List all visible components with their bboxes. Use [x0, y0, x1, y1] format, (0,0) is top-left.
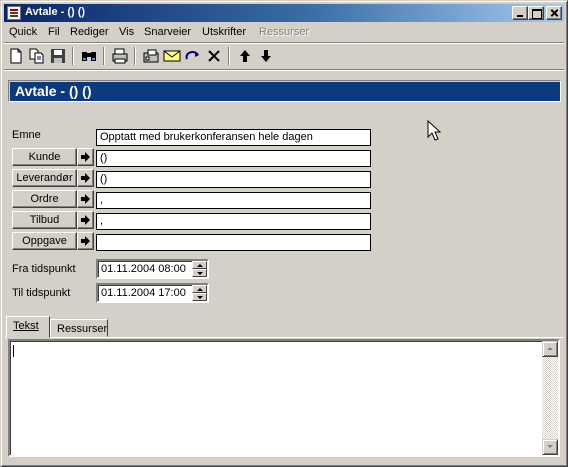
toolbar-separator [134, 47, 136, 65]
emne-label: Emne [12, 129, 41, 141]
maximize-button[interactable] [528, 6, 544, 20]
tilbud-arrow-button[interactable] [77, 211, 94, 229]
spin-down-icon[interactable] [192, 293, 207, 301]
fra-tidspunkt-value[interactable]: 01.11.2004 08:00 [101, 263, 186, 275]
toolbar-separator [72, 47, 74, 65]
fra-tidspunkt-label: Fra tidspunkt [12, 263, 76, 275]
tekst-textarea[interactable] [8, 339, 560, 457]
print-icon[interactable] [111, 47, 129, 65]
til-tidspunkt-picker[interactable]: 01.11.2004 17:00 [96, 283, 209, 303]
toolbar [4, 44, 564, 68]
arrow-up-icon[interactable] [236, 47, 254, 65]
oppgave-button-label: Oppgave [22, 235, 67, 247]
leverandor-button[interactable]: Leverandør [12, 169, 77, 187]
kunde-button-label: Kunde [28, 151, 61, 163]
leverandor-field[interactable]: () [96, 171, 371, 188]
kunde-field[interactable]: () [96, 150, 371, 167]
ordre-field[interactable]: , [96, 192, 371, 209]
vertical-scrollbar[interactable] [542, 341, 558, 455]
menu-snarveier[interactable]: Snarveier [144, 26, 191, 38]
menu-ressurser: Ressurser [259, 26, 310, 38]
scroll-down-icon[interactable] [542, 439, 558, 455]
menu-quick[interactable]: Quick [9, 26, 37, 38]
tilbud-button[interactable]: Tilbud [12, 211, 77, 229]
tab-ressurser[interactable]: Ressurser [50, 319, 108, 337]
ordre-arrow-button[interactable] [77, 190, 94, 208]
scroll-up-icon[interactable] [542, 341, 558, 357]
emne-field[interactable]: Opptatt med brukerkonferansen hele dagen [96, 129, 371, 146]
toolbar-divider [4, 69, 564, 71]
leverandor-button-label: Leverandør [16, 172, 73, 184]
spin-up-icon[interactable] [192, 261, 207, 269]
app-icon[interactable] [7, 6, 21, 20]
kunde-arrow-button[interactable] [77, 148, 94, 166]
fra-tidspunkt-spinner[interactable] [192, 261, 207, 277]
til-tidspunkt-spinner[interactable] [192, 285, 207, 301]
kunde-button[interactable]: Kunde [12, 148, 77, 166]
menu-utskrifter[interactable]: Utskrifter [202, 26, 246, 38]
text-caret [13, 345, 14, 357]
arrow-down-icon[interactable] [257, 47, 275, 65]
save-icon[interactable] [49, 47, 67, 65]
menu-vis[interactable]: Vis [119, 26, 134, 38]
header-banner: Avtale - () () [8, 80, 561, 102]
arrow-right-icon [81, 173, 90, 183]
delete-icon[interactable] [205, 47, 223, 65]
til-tidspunkt-label: Til tidspunkt [12, 287, 71, 299]
fra-tidspunkt-picker[interactable]: 01.11.2004 08:00 [96, 259, 209, 279]
ordre-button-label: Ordre [30, 193, 59, 205]
header-title: Avtale - () () [10, 82, 560, 101]
leverandor-arrow-button[interactable] [77, 169, 94, 187]
arrow-right-icon [81, 215, 90, 225]
tab-tekst-label: Tekst [13, 320, 39, 332]
spin-down-icon[interactable] [192, 269, 207, 277]
toolbar-separator [103, 47, 105, 65]
tilbud-field[interactable]: , [96, 213, 371, 230]
spin-up-icon[interactable] [192, 285, 207, 293]
til-tidspunkt-value[interactable]: 01.11.2004 17:00 [101, 287, 186, 299]
fax-icon[interactable] [142, 47, 160, 65]
envelope-icon[interactable] [163, 47, 181, 65]
tab-ressurser-label: Ressurser [57, 323, 108, 335]
redo-icon[interactable] [184, 47, 202, 65]
appointment-window: Avtale - () () Quick Fil Rediger Vis Sna… [0, 0, 568, 467]
toolbar-separator [228, 47, 230, 65]
binoculars-icon[interactable] [80, 47, 98, 65]
mouse-cursor-icon [427, 120, 442, 141]
menu-fil[interactable]: Fil [48, 26, 60, 38]
oppgave-arrow-button[interactable] [77, 232, 94, 250]
close-button[interactable] [546, 6, 562, 20]
new-document-icon[interactable] [7, 47, 25, 65]
tab-tekst[interactable]: Tekst [6, 316, 50, 338]
window-title: Avtale - () () [25, 6, 86, 18]
oppgave-button[interactable]: Oppgave [12, 232, 77, 250]
title-bar[interactable]: Avtale - () () [4, 4, 564, 22]
arrow-right-icon [81, 152, 90, 162]
minimize-button[interactable] [512, 6, 528, 20]
tab-divider [5, 337, 564, 338]
menu-rediger[interactable]: Rediger [70, 26, 109, 38]
arrow-right-icon [81, 194, 90, 204]
ordre-button[interactable]: Ordre [12, 190, 77, 208]
copy-icon[interactable] [28, 47, 46, 65]
tilbud-button-label: Tilbud [29, 214, 60, 226]
arrow-right-icon [81, 236, 90, 246]
oppgave-field[interactable] [96, 234, 371, 251]
